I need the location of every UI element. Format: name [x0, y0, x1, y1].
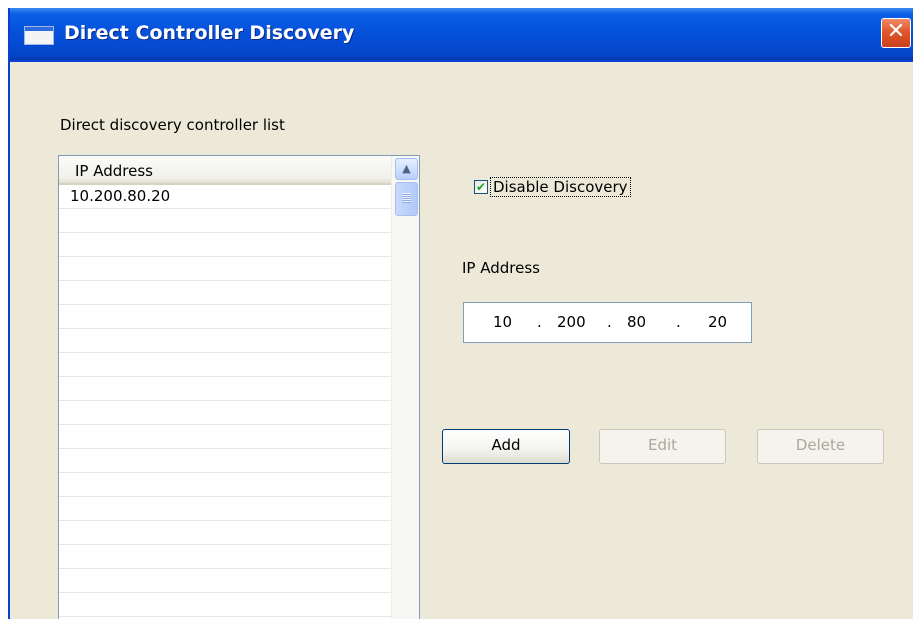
list-item[interactable] — [59, 545, 391, 569]
disable-discovery-checkbox[interactable]: ✔ — [474, 180, 488, 194]
ip-octet-2[interactable]: 200 — [557, 313, 586, 331]
scroll-up-arrow-icon[interactable]: ▲ — [395, 158, 418, 180]
checkmark-icon: ✔ — [475, 180, 487, 194]
list-item[interactable] — [59, 305, 391, 329]
ip-address-input[interactable]: 10 . 200 . 80 . 20 — [463, 302, 752, 343]
title-bar[interactable]: Direct Controller Discovery ✕ — [10, 8, 913, 62]
ip-address-label: IP Address — [462, 259, 540, 277]
list-item[interactable] — [59, 473, 391, 497]
list-item[interactable] — [59, 353, 391, 377]
delete-button[interactable]: Delete — [757, 429, 884, 464]
ip-octet-1[interactable]: 10 — [493, 313, 512, 331]
list-item[interactable] — [59, 569, 391, 593]
window-title: Direct Controller Discovery — [64, 22, 355, 44]
scrollbar-thumb[interactable] — [395, 182, 418, 216]
list-item[interactable] — [59, 281, 391, 305]
list-rows: 10.200.80.20 — [59, 185, 391, 619]
ip-separator: . — [676, 313, 681, 331]
column-header-ip-address[interactable]: IP Address — [59, 156, 391, 185]
controller-list-caption: Direct discovery controller list — [60, 116, 285, 134]
ip-octet-3[interactable]: 80 — [627, 313, 646, 331]
list-item[interactable] — [59, 521, 391, 545]
ip-octet-4[interactable]: 20 — [708, 313, 727, 331]
app-window-icon — [24, 26, 54, 45]
add-button[interactable]: Add — [442, 429, 570, 464]
list-item[interactable]: 10.200.80.20 — [59, 185, 391, 209]
edit-button[interactable]: Edit — [599, 429, 726, 464]
disable-discovery-label[interactable]: Disable Discovery — [490, 177, 631, 197]
list-item[interactable] — [59, 425, 391, 449]
dialog-window: Direct Controller Discovery ✕ Direct dis… — [8, 8, 913, 619]
close-icon: ✕ — [886, 19, 906, 44]
list-item[interactable] — [59, 593, 391, 617]
controller-list[interactable]: IP Address 10.200.80.20 ▲ — [58, 155, 420, 619]
list-item[interactable] — [59, 449, 391, 473]
list-item[interactable] — [59, 233, 391, 257]
vertical-scrollbar[interactable]: ▲ — [391, 156, 419, 619]
list-item[interactable] — [59, 257, 391, 281]
close-button[interactable]: ✕ — [881, 18, 911, 48]
column-header-label: IP Address — [75, 162, 153, 180]
ip-separator: . — [607, 313, 612, 331]
list-item[interactable] — [59, 329, 391, 353]
ip-separator: . — [537, 313, 542, 331]
list-item[interactable] — [59, 209, 391, 233]
list-item[interactable] — [59, 497, 391, 521]
list-item[interactable] — [59, 377, 391, 401]
list-item[interactable] — [59, 401, 391, 425]
